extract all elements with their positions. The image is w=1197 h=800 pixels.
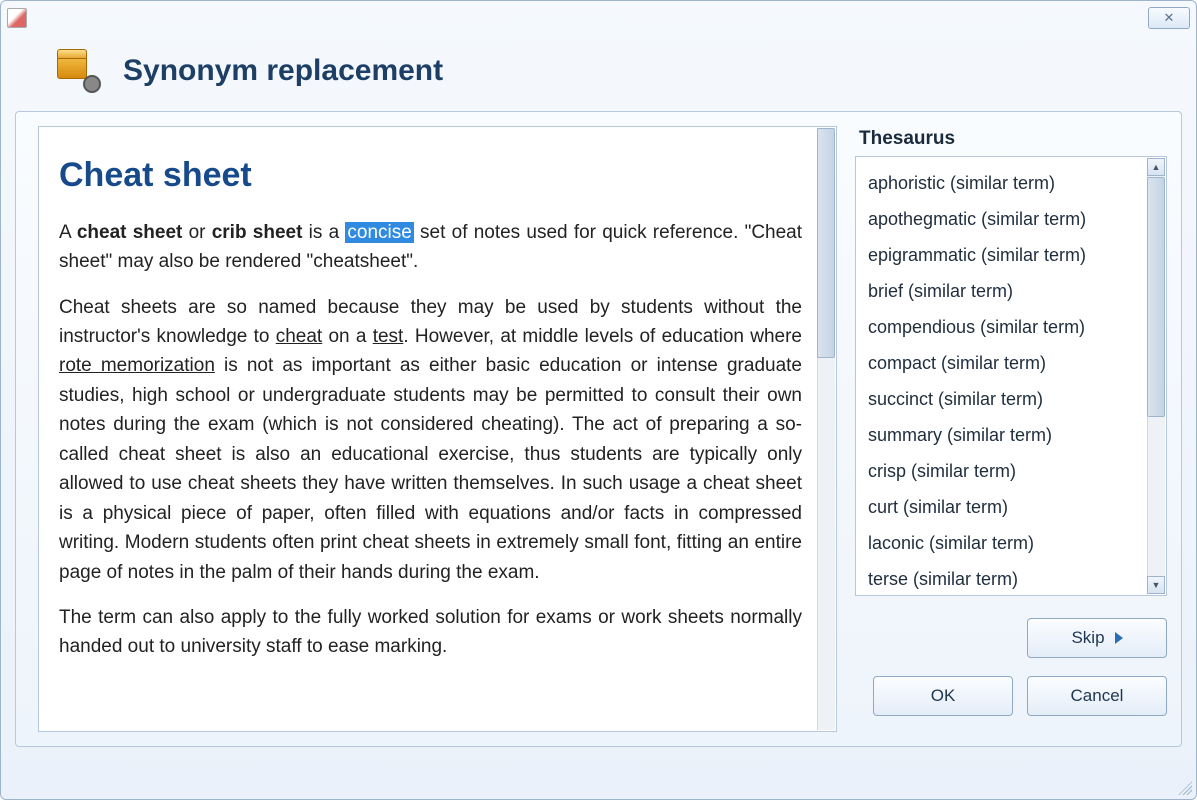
content-area: Cheat sheet A cheat sheet or crib sheet … bbox=[15, 111, 1182, 747]
document-heading: Cheat sheet bbox=[59, 149, 802, 202]
titlebar: ✕ bbox=[1, 1, 1196, 35]
close-button[interactable]: ✕ bbox=[1148, 7, 1190, 29]
selected-word[interactable]: concise bbox=[345, 222, 413, 243]
thesaurus-list: aphoristic (similar term)apothegmatic (s… bbox=[856, 157, 1166, 596]
thesaurus-listbox[interactable]: aphoristic (similar term)apothegmatic (s… bbox=[855, 156, 1167, 596]
thesaurus-item[interactable]: compendious (similar term) bbox=[862, 309, 1160, 345]
dialog-header: Synonym replacement bbox=[1, 35, 1196, 111]
thesaurus-item[interactable]: compact (similar term) bbox=[862, 345, 1160, 381]
cancel-label: Cancel bbox=[1071, 686, 1124, 706]
thesaurus-item[interactable]: aphoristic (similar term) bbox=[862, 165, 1160, 201]
replace-icon bbox=[57, 49, 101, 93]
arrow-right-icon bbox=[1115, 632, 1123, 644]
thesaurus-item[interactable]: brief (similar term) bbox=[862, 273, 1160, 309]
dialog-window: ✕ Synonym replacement Cheat sheet A chea… bbox=[0, 0, 1197, 800]
thesaurus-item[interactable]: terse (similar term) bbox=[862, 561, 1160, 596]
ok-button[interactable]: OK bbox=[873, 676, 1013, 716]
thesaurus-item[interactable]: crisp (similar term) bbox=[862, 453, 1160, 489]
document-paragraph-3: The term can also apply to the fully wor… bbox=[59, 603, 802, 662]
close-icon: ✕ bbox=[1164, 10, 1175, 26]
thesaurus-scroll-down[interactable]: ▼ bbox=[1147, 576, 1165, 594]
skip-button[interactable]: Skip bbox=[1027, 618, 1167, 658]
thesaurus-item[interactable]: laconic (similar term) bbox=[862, 525, 1160, 561]
thesaurus-item[interactable]: summary (similar term) bbox=[862, 417, 1160, 453]
thesaurus-scrollbar-thumb[interactable] bbox=[1147, 177, 1165, 417]
app-icon bbox=[7, 8, 27, 28]
ok-label: OK bbox=[931, 686, 956, 706]
thesaurus-item[interactable]: apothegmatic (similar term) bbox=[862, 201, 1160, 237]
document-body: Cheat sheet A cheat sheet or crib sheet … bbox=[39, 127, 836, 696]
right-column: Thesaurus aphoristic (similar term)apoth… bbox=[855, 126, 1167, 732]
document-scrollbar-thumb[interactable] bbox=[817, 128, 835, 358]
skip-row: Skip bbox=[855, 618, 1167, 658]
thesaurus-scroll-up[interactable]: ▲ bbox=[1147, 158, 1165, 176]
thesaurus-item[interactable]: epigrammatic (similar term) bbox=[862, 237, 1160, 273]
resize-grip[interactable] bbox=[1178, 781, 1192, 795]
thesaurus-item[interactable]: succinct (similar term) bbox=[862, 381, 1160, 417]
ok-cancel-row: OK Cancel bbox=[855, 676, 1167, 716]
cancel-button[interactable]: Cancel bbox=[1027, 676, 1167, 716]
document-paragraph-1: A cheat sheet or crib sheet is a concise… bbox=[59, 218, 802, 277]
document-pane[interactable]: Cheat sheet A cheat sheet or crib sheet … bbox=[38, 126, 837, 732]
dialog-title: Synonym replacement bbox=[123, 54, 443, 88]
document-paragraph-2: Cheat sheets are so named because they m… bbox=[59, 293, 802, 587]
thesaurus-title: Thesaurus bbox=[855, 126, 1167, 156]
thesaurus-item[interactable]: curt (similar term) bbox=[862, 489, 1160, 525]
skip-label: Skip bbox=[1071, 628, 1104, 648]
